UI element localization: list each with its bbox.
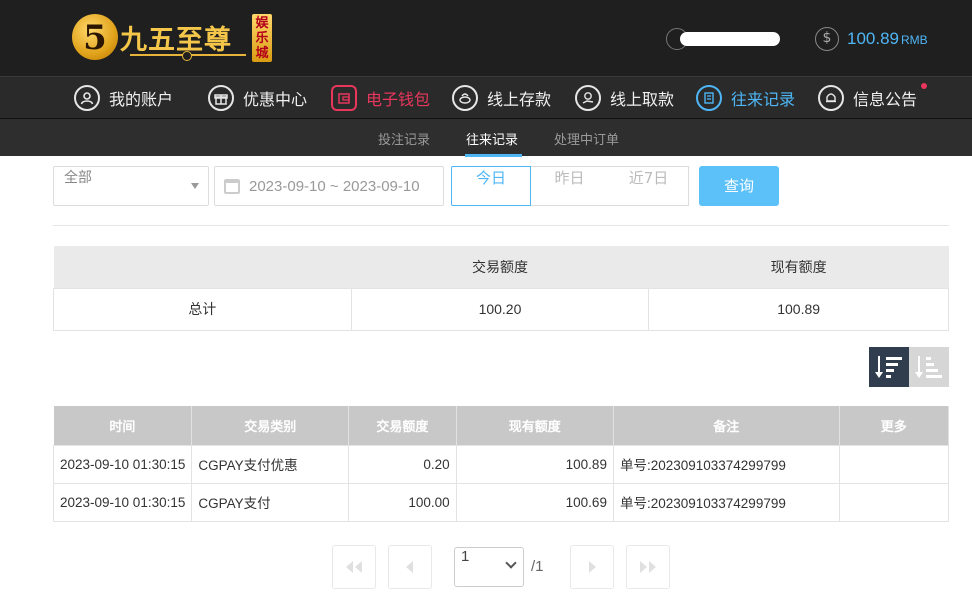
cell-type: CGPAY支付优惠: [191, 444, 350, 484]
records-icon: [696, 85, 722, 111]
column-header-amount: 交易额度: [348, 406, 457, 445]
records-table: 时间 交易类别 交易额度 现有额度 备注 更多 2023-09-10 01:30…: [52, 406, 950, 522]
chevron-down-icon: [505, 557, 517, 569]
summary-header-cell: 交易额度: [351, 246, 649, 288]
balance-value: 100.89: [847, 29, 899, 48]
records-header-row: 时间 交易类别 交易额度 现有额度 备注 更多: [53, 406, 950, 445]
cell-balance: 100.69: [455, 482, 614, 522]
table-row: 2023-09-10 01:30:15 CGPAY支付 100.00 100.6…: [52, 482, 950, 522]
main-nav: 我的账户 优惠中心 电子钱包 线上存款 线上取款 往来记录 信息公告: [0, 76, 972, 118]
tab-pending-orders[interactable]: 处理中订单: [554, 129, 619, 148]
summary-total-row: 总计 100.20 100.89: [53, 287, 949, 331]
cell-balance: 100.89: [455, 444, 614, 484]
query-button[interactable]: 查询: [699, 166, 779, 206]
chevron-left-icon: [406, 561, 413, 573]
nav-transaction-records[interactable]: 往来记录: [696, 83, 795, 113]
quick-last7days-button[interactable]: 近7日: [609, 166, 689, 206]
date-range-value: 2023-09-10 ~ 2023-09-10: [249, 178, 420, 195]
date-range-input[interactable]: 2023-09-10 ~ 2023-09-10: [214, 166, 444, 206]
user-icon: [74, 85, 100, 111]
logo-glyph: 5: [83, 18, 107, 58]
filter-divider: [53, 225, 949, 226]
nav-announcements[interactable]: 信息公告: [818, 83, 928, 113]
logo-emblem: 5: [72, 14, 118, 60]
nav-promotions[interactable]: 优惠中心: [208, 83, 307, 113]
cell-time: 2023-09-10 01:30:15: [52, 482, 193, 522]
quick-today-button[interactable]: 今日: [451, 166, 531, 206]
select-value: 全部: [64, 170, 92, 186]
summary-header-row: 交易额度 现有额度: [53, 246, 949, 288]
double-chevron-left-icon: [346, 561, 362, 573]
notification-dot: [921, 83, 928, 89]
cell-amount: 100.00: [348, 482, 457, 522]
sort-descending-icon: [875, 356, 903, 378]
nav-online-deposit[interactable]: 线上存款: [452, 83, 551, 113]
quick-yesterday-button[interactable]: 昨日: [530, 166, 610, 206]
nav-label: 线上取款: [610, 90, 675, 109]
gift-icon: [208, 85, 234, 111]
sort-ascending-button[interactable]: [909, 347, 949, 387]
nav-e-wallet[interactable]: 电子钱包: [331, 83, 430, 113]
nav-label: 电子钱包: [366, 90, 431, 109]
next-page-button[interactable]: [570, 545, 614, 589]
column-header-remark: 备注: [613, 406, 840, 445]
transaction-type-select[interactable]: 全部: [53, 166, 209, 206]
cell-more[interactable]: [838, 444, 950, 484]
column-header-type: 交易类别: [191, 406, 350, 445]
column-header-balance: 现有额度: [456, 406, 614, 445]
summary-table: 交易额度 现有额度 总计 100.20 100.89: [53, 246, 949, 331]
last-page-button[interactable]: [626, 545, 670, 589]
nav-label: 我的账户: [109, 90, 174, 109]
chevron-right-icon: [589, 561, 596, 573]
summary-total-amount: 100.20: [350, 287, 650, 331]
table-row: 2023-09-10 01:30:15 CGPAY支付优惠 0.20 100.8…: [52, 444, 950, 484]
prev-page-button[interactable]: [388, 545, 432, 589]
deposit-icon: [452, 85, 478, 111]
nav-label: 优惠中心: [243, 90, 308, 109]
sort-ascending-icon: [915, 356, 943, 378]
dollar-icon: $: [815, 27, 839, 51]
total-pages: /1: [531, 558, 544, 575]
cell-type: CGPAY支付: [191, 482, 350, 522]
caret-down-icon: [191, 183, 199, 189]
current-page-value: 1: [461, 548, 470, 565]
summary-header-cell: [53, 246, 352, 288]
top-header: 5 九五至尊 娱乐城 $ 100.89 RMB: [0, 0, 972, 76]
first-page-button[interactable]: [332, 545, 376, 589]
active-tab-underline: [465, 154, 522, 157]
brand-ribbon: 娱乐城: [252, 14, 272, 62]
column-header-more: 更多: [839, 406, 950, 445]
bell-icon: [818, 85, 844, 111]
sub-nav: 投注记录 往来记录 处理中订单: [0, 118, 972, 157]
column-header-time: 时间: [53, 406, 193, 445]
sort-descending-button[interactable]: [869, 347, 909, 387]
brand-logo[interactable]: 5 九五至尊 娱乐城: [72, 12, 272, 64]
nav-my-account[interactable]: 我的账户: [74, 83, 173, 113]
username-redacted: [680, 32, 780, 46]
wallet-icon: [331, 85, 357, 111]
tab-bet-records[interactable]: 投注记录: [378, 129, 430, 148]
cell-remark: 单号:202309103374299799: [612, 482, 840, 522]
cell-more[interactable]: [838, 482, 950, 522]
nav-label: 线上存款: [487, 90, 552, 109]
page-select[interactable]: 1: [454, 547, 524, 587]
nav-online-withdraw[interactable]: 线上取款: [575, 83, 674, 113]
cell-time: 2023-09-10 01:30:15: [52, 444, 193, 484]
tab-transaction-records[interactable]: 往来记录: [466, 129, 518, 148]
cell-remark: 单号:202309103374299799: [612, 444, 840, 484]
double-chevron-right-icon: [640, 561, 656, 573]
account-balance: 100.89 RMB: [847, 29, 928, 49]
nav-label: 信息公告: [853, 90, 918, 109]
balance-unit: RMB: [901, 33, 928, 47]
summary-total-balance: 100.89: [648, 287, 949, 331]
summary-total-label: 总计: [53, 287, 352, 331]
logo-ornament: [130, 51, 246, 61]
calendar-icon: [224, 179, 240, 194]
nav-label: 往来记录: [731, 90, 796, 109]
summary-header-cell: 现有额度: [648, 246, 949, 288]
withdraw-icon: [575, 85, 601, 111]
cell-amount: 0.20: [348, 444, 457, 484]
brand-name: 九五至尊: [120, 25, 232, 56]
